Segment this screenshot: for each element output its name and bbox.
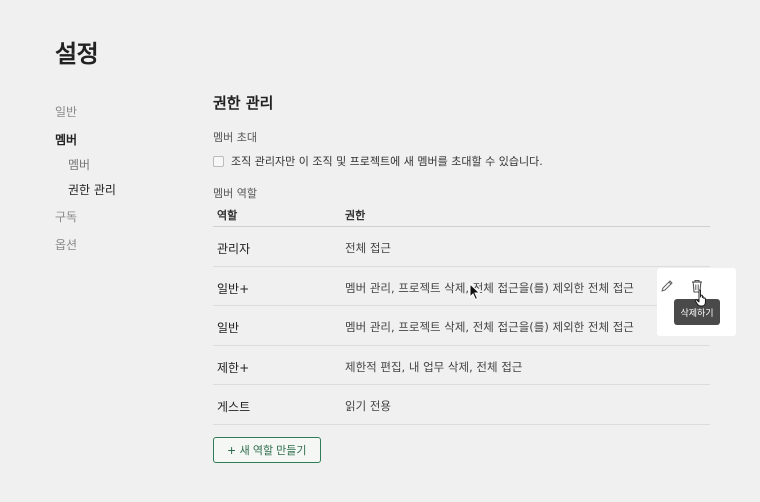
mouse-cursor-icon <box>469 283 481 301</box>
sidebar-item-options[interactable]: 옵션 <box>55 236 77 253</box>
role-name: 제한+ <box>217 360 250 375</box>
role-permission: 읽기 전용 <box>345 399 391 413</box>
add-role-label: 새 역할 만들기 <box>239 445 307 457</box>
hand-cursor-icon <box>694 289 706 307</box>
column-header-role: 역할 <box>217 209 238 222</box>
role-permission: 멤버 관리, 프로젝트 삭제, 전체 접근을(를) 제외한 전체 접근 <box>345 280 634 295</box>
roles-label: 멤버 역할 <box>213 187 257 200</box>
invite-label: 멤버 초대 <box>213 131 257 144</box>
role-permission: 제한적 편집, 내 업무 삭제, 전체 접근 <box>345 359 523 374</box>
sidebar-item-general[interactable]: 일반 <box>55 103 77 120</box>
role-name: 일반 <box>217 321 240 335</box>
column-header-permission: 권한 <box>345 209 366 222</box>
table-header: 역할 권한 <box>213 204 710 227</box>
invite-restriction-checkbox[interactable] <box>213 155 224 167</box>
role-permission: 멤버 관리, 프로젝트 삭제, 전체 접근을(를) 제외한 전체 접근 <box>345 320 634 334</box>
invite-restriction-label: 조직 관리자만 이 조직 및 프로젝트에 새 멤버를 초대할 수 있습니다. <box>231 155 543 168</box>
plus-icon: + <box>227 442 236 458</box>
page-title: 설정 <box>55 40 99 68</box>
invite-restriction-option[interactable]: 조직 관리자만 이 조직 및 프로젝트에 새 멤버를 초대할 수 있습니다. <box>213 153 543 169</box>
sidebar-item-subscription[interactable]: 구독 <box>55 208 77 225</box>
table-row[interactable]: 게스트 읽기 전용 <box>213 385 710 425</box>
add-role-button[interactable]: + 새 역할 만들기 <box>213 437 321 463</box>
role-name: 게스트 <box>217 400 251 414</box>
table-row[interactable]: 관리자 전체 접근 <box>213 227 710 267</box>
table-row[interactable]: 일반 멤버 관리, 프로젝트 삭제, 전체 접근을(를) 제외한 전체 접근 <box>213 306 710 346</box>
sidebar-subitem-members[interactable]: 멤버 <box>68 156 90 173</box>
pencil-icon[interactable] <box>659 278 675 294</box>
roles-table: 역할 권한 관리자 전체 접근 일반+ 멤버 관리, 프로젝트 삭제, 전체 접… <box>213 204 710 425</box>
role-name: 관리자 <box>217 242 251 256</box>
role-permission: 전체 접근 <box>345 241 391 255</box>
sidebar-item-members[interactable]: 멤버 <box>55 131 77 148</box>
table-row[interactable]: 제한+ 제한적 편집, 내 업무 삭제, 전체 접근 <box>213 346 710 385</box>
role-name: 일반+ <box>217 281 250 296</box>
section-title: 권한 관리 <box>213 94 274 112</box>
table-row[interactable]: 일반+ 멤버 관리, 프로젝트 삭제, 전체 접근을(를) 제외한 전체 접근 <box>213 267 710 306</box>
sidebar-subitem-permissions[interactable]: 권한 관리 <box>68 181 116 198</box>
